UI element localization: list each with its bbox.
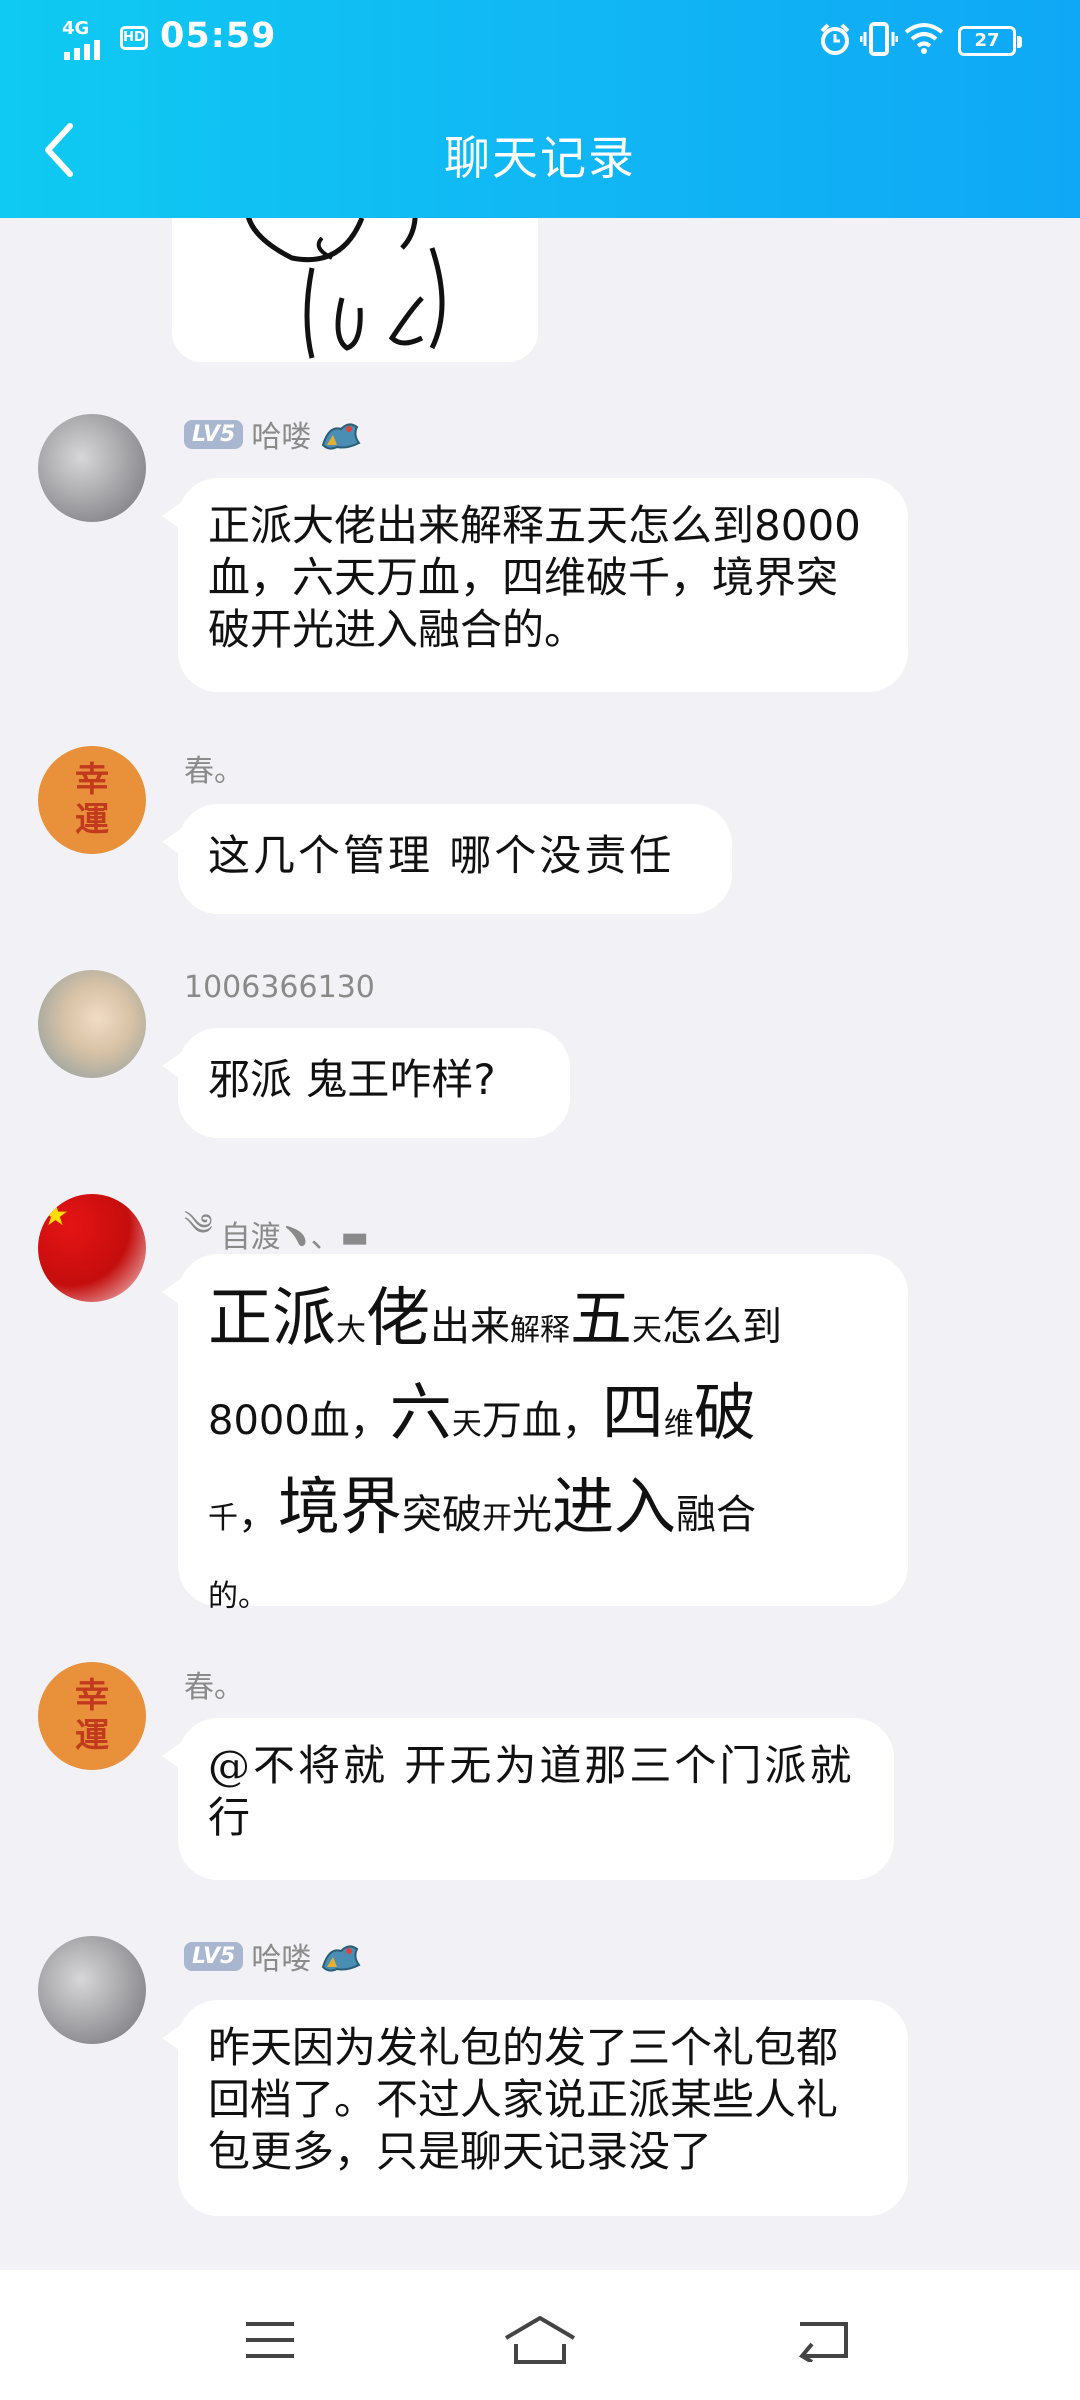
avatar[interactable]: 幸 運 [38, 746, 146, 854]
sender-name-row: LV5 哈喽 [184, 412, 361, 456]
text-fragment: 天 [632, 1313, 663, 1348]
level-badge: LV5 [184, 419, 244, 449]
system-nav-bar [0, 2270, 1080, 2400]
vibrate-icon [860, 22, 898, 56]
sender-name-row: LV5 哈喽 [184, 1934, 361, 1978]
message-bubble[interactable]: 邪派 鬼王咋样? [162, 1028, 570, 1138]
app-header: 4G HD 05:59 27 聊天记录 [0, 0, 1080, 218]
sender-name: 哈喽 [251, 420, 312, 455]
message-bubble[interactable]: 昨天因为发礼包的发了三个礼包都回档了。不过人家说正派某些人礼包更多，只是聊天记录… [162, 2000, 908, 2216]
avatar[interactable]: 幸 運 [38, 1662, 146, 1770]
home-icon[interactable] [502, 2314, 578, 2366]
text-fragment: 四 [601, 1376, 664, 1449]
text-fragment: ， [238, 1492, 278, 1538]
message-bubble[interactable]: 正派大佬出来解释五天怎么到8000血，六天万血，四维破千，境界突破开光进入融合的… [162, 478, 908, 692]
sender-name: 自渡﹅、▬ [220, 1220, 370, 1255]
status-bar: 4G HD 05:59 27 [0, 0, 1080, 80]
text-fragment: 出来 [430, 1304, 510, 1350]
sender-name: 春。 [184, 754, 244, 789]
message-bubble[interactable]: 这几个管理 哪个没责任 [162, 804, 732, 914]
text-fragment: 万血， [481, 1398, 602, 1444]
message-text: 正派大佬出来解释五天怎么到8000血，六天万血，四维破千，境界突破开光进入融合的… [208, 501, 861, 654]
network-type: 4G [62, 18, 90, 39]
signal-icon [64, 40, 100, 60]
text-fragment: 开 [482, 1501, 513, 1536]
sender-name: 1006366130 [184, 970, 375, 1005]
message-text: 正派大佬出来解释五天怎么到 8000血，六天万血，四维破 千，境界突破开光进入融… [208, 1280, 878, 1640]
text-fragment: 天 [451, 1407, 482, 1442]
sender-name: 哈喽 [251, 1942, 312, 1977]
avatar[interactable] [38, 1936, 146, 2044]
star-icon: ★ [42, 1198, 69, 1233]
sender-name-row: 春。 [184, 1662, 244, 1706]
text-fragment: 破 [693, 1376, 756, 1449]
avatar[interactable]: ★ [38, 1194, 146, 1302]
text-fragment: 怎么到 [662, 1304, 783, 1350]
text-fragment: 维 [663, 1407, 694, 1442]
level-badge: LV5 [184, 1941, 244, 1971]
alarm-icon [820, 23, 850, 55]
text-fragment: 的。 [208, 1579, 268, 1614]
chat-list[interactable]: LV5 哈喽 正派大佬出来解释五天怎么到8000血，六天万血，四维破千，境界突破… [0, 218, 1080, 2270]
avatar-char: 運 [75, 800, 109, 840]
text-fragment: 光 [512, 1492, 553, 1538]
text-fragment: 境界 [278, 1470, 403, 1543]
return-icon[interactable] [796, 2318, 852, 2362]
sender-name: 春。 [184, 1670, 244, 1705]
text-fragment: 佬 [366, 1282, 430, 1356]
text-fragment: 大 [336, 1313, 366, 1348]
text-fragment: 正派 [208, 1282, 336, 1356]
hd-icon: HD [120, 26, 148, 50]
message-text: @不将就 开无为道那三个门派就行 [208, 1741, 855, 1842]
sender-name-row: 1006366130 [184, 970, 375, 1005]
avatar[interactable] [38, 414, 146, 522]
text-fragment: 千 [208, 1501, 238, 1536]
text-fragment: 解释 [510, 1313, 570, 1348]
page-title: 聊天记录 [444, 131, 636, 185]
dragon-badge-icon [322, 423, 361, 450]
avatar-char: 幸 [75, 1676, 109, 1716]
text-fragment: 五 [570, 1282, 633, 1355]
menu-icon[interactable] [244, 2320, 296, 2360]
text-fragment: 突破 [402, 1492, 483, 1538]
wifi-icon [904, 23, 944, 54]
message-text: 这几个管理 哪个没责任 [208, 831, 675, 880]
avatar[interactable] [38, 970, 146, 1078]
sticker-image[interactable] [172, 218, 538, 362]
dragon-badge-icon [322, 1945, 361, 1972]
message-bubble[interactable]: @不将就 开无为道那三个门派就行 [162, 1718, 894, 1880]
battery-icon: 27 [958, 26, 1022, 56]
text-fragment: 融合 [676, 1492, 757, 1538]
sticker-drawing [246, 218, 445, 359]
message-bubble[interactable]: 正派大佬出来解释五天怎么到 8000血，六天万血，四维破 千，境界突破开光进入融… [162, 1254, 908, 1614]
text-fragment: 8000血， [208, 1398, 390, 1444]
avatar-char: 幸 [75, 760, 109, 800]
text-fragment: 进入 [552, 1470, 677, 1543]
avatar-char: 運 [75, 1716, 109, 1756]
message-text: 昨天因为发礼包的发了三个礼包都回档了。不过人家说正派某些人礼包更多，只是聊天记录… [208, 2023, 839, 2176]
message-text: 邪派 鬼王咋样? [208, 1055, 496, 1104]
text-fragment: 六 [389, 1376, 452, 1449]
status-time: 05:59 [160, 16, 277, 56]
sender-name-row: 春。 [184, 746, 244, 790]
